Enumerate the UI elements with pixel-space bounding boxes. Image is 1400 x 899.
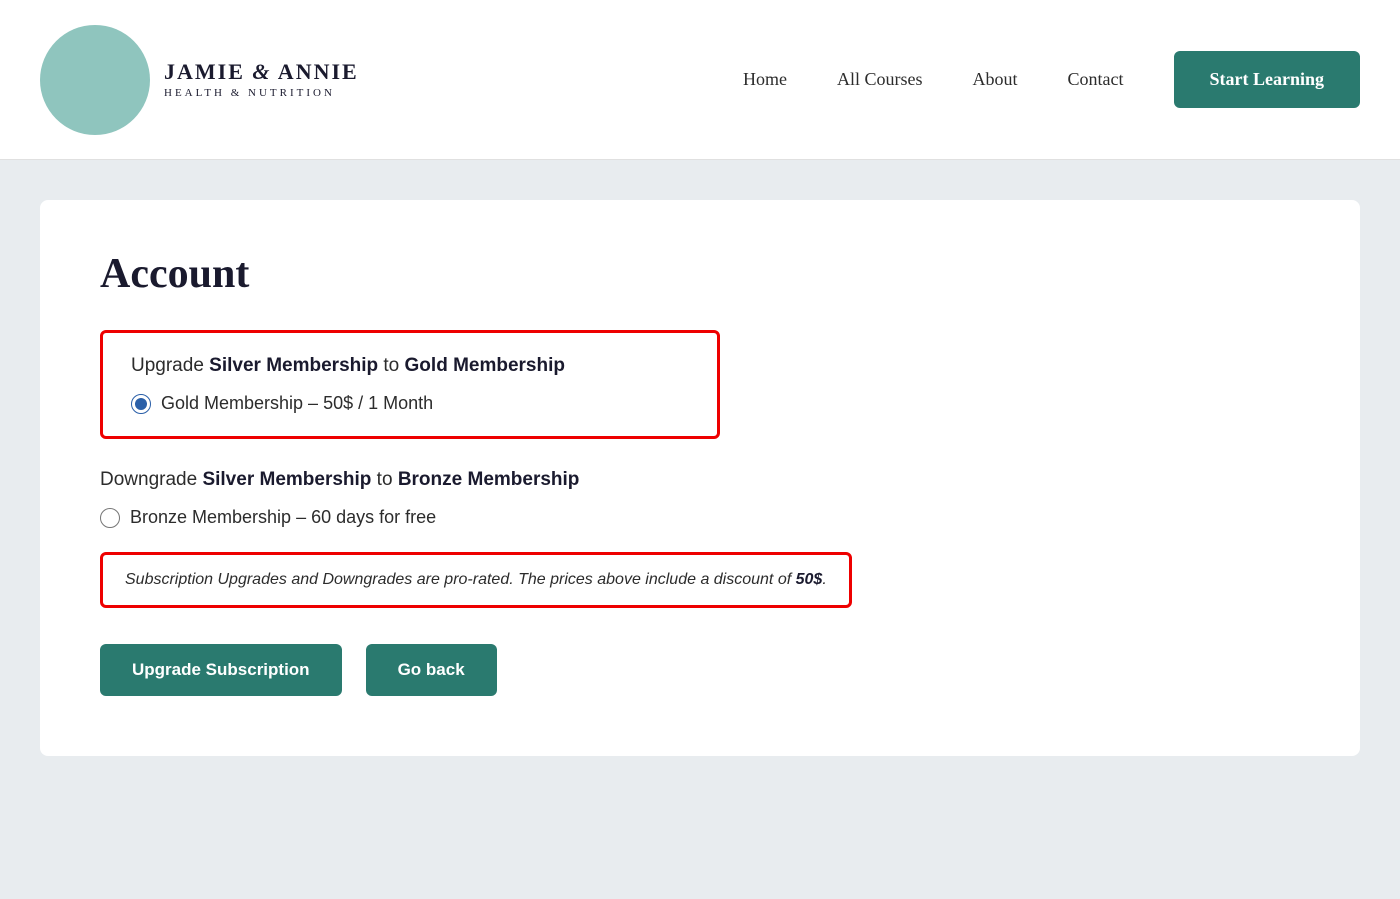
site-header: JAMIE & ANNIE HEALTH & NUTRITION Home Al… [0, 0, 1400, 160]
nav-item-about[interactable]: About [973, 69, 1018, 90]
notice-box: Subscription Upgrades and Downgrades are… [100, 552, 852, 608]
upgrade-from-membership: Silver Membership [209, 355, 378, 376]
notice-text: Subscription Upgrades and Downgrades are… [125, 571, 827, 589]
nav-item-home[interactable]: Home [743, 69, 787, 90]
nav-item-contact[interactable]: Contact [1068, 69, 1124, 90]
downgrade-section: Downgrade Silver Membership to Bronze Me… [100, 469, 1300, 528]
downgrade-from-membership: Silver Membership [202, 469, 371, 490]
downgrade-middle: to [371, 469, 397, 490]
nav-item-all-courses[interactable]: All Courses [837, 69, 923, 90]
upgrade-subscription-button[interactable]: Upgrade Subscription [100, 644, 342, 696]
logo-circle-icon [40, 25, 150, 135]
notice-text-before: Subscription Upgrades and Downgrades are… [125, 571, 796, 588]
bronze-membership-radio-label: Bronze Membership – 60 days for free [130, 507, 436, 528]
downgrade-prefix: Downgrade [100, 469, 202, 490]
buttons-row: Upgrade Subscription Go back [100, 644, 1300, 696]
main-nav: Home All Courses About Contact Start Lea… [743, 51, 1360, 108]
logo-brand-name: JAMIE & ANNIE [164, 59, 359, 85]
downgrade-label: Downgrade Silver Membership to Bronze Me… [100, 469, 1300, 491]
notice-discount-amount: 50$ [796, 571, 823, 588]
upgrade-middle: to [378, 355, 404, 376]
downgrade-to-membership: Bronze Membership [398, 469, 580, 490]
logo-text: JAMIE & ANNIE HEALTH & NUTRITION [164, 59, 359, 101]
main-background: Account Upgrade Silver Membership to Gol… [0, 160, 1400, 899]
go-back-button[interactable]: Go back [366, 644, 497, 696]
account-card: Account Upgrade Silver Membership to Gol… [40, 200, 1360, 756]
gold-membership-option[interactable]: Gold Membership – 50$ / 1 Month [131, 393, 689, 414]
logo-tagline: HEALTH & NUTRITION [164, 87, 359, 100]
upgrade-box: Upgrade Silver Membership to Gold Member… [100, 330, 720, 439]
page-title: Account [100, 250, 1300, 298]
gold-membership-radio[interactable] [131, 394, 151, 414]
notice-text-after: . [822, 571, 826, 588]
upgrade-to-membership: Gold Membership [405, 355, 565, 376]
start-learning-button[interactable]: Start Learning [1174, 51, 1361, 108]
logo-area: JAMIE & ANNIE HEALTH & NUTRITION [40, 25, 359, 135]
bronze-membership-radio[interactable] [100, 508, 120, 528]
upgrade-prefix: Upgrade [131, 355, 209, 376]
gold-membership-radio-label: Gold Membership – 50$ / 1 Month [161, 393, 433, 414]
upgrade-label: Upgrade Silver Membership to Gold Member… [131, 355, 689, 377]
bronze-membership-option[interactable]: Bronze Membership – 60 days for free [100, 507, 1300, 528]
